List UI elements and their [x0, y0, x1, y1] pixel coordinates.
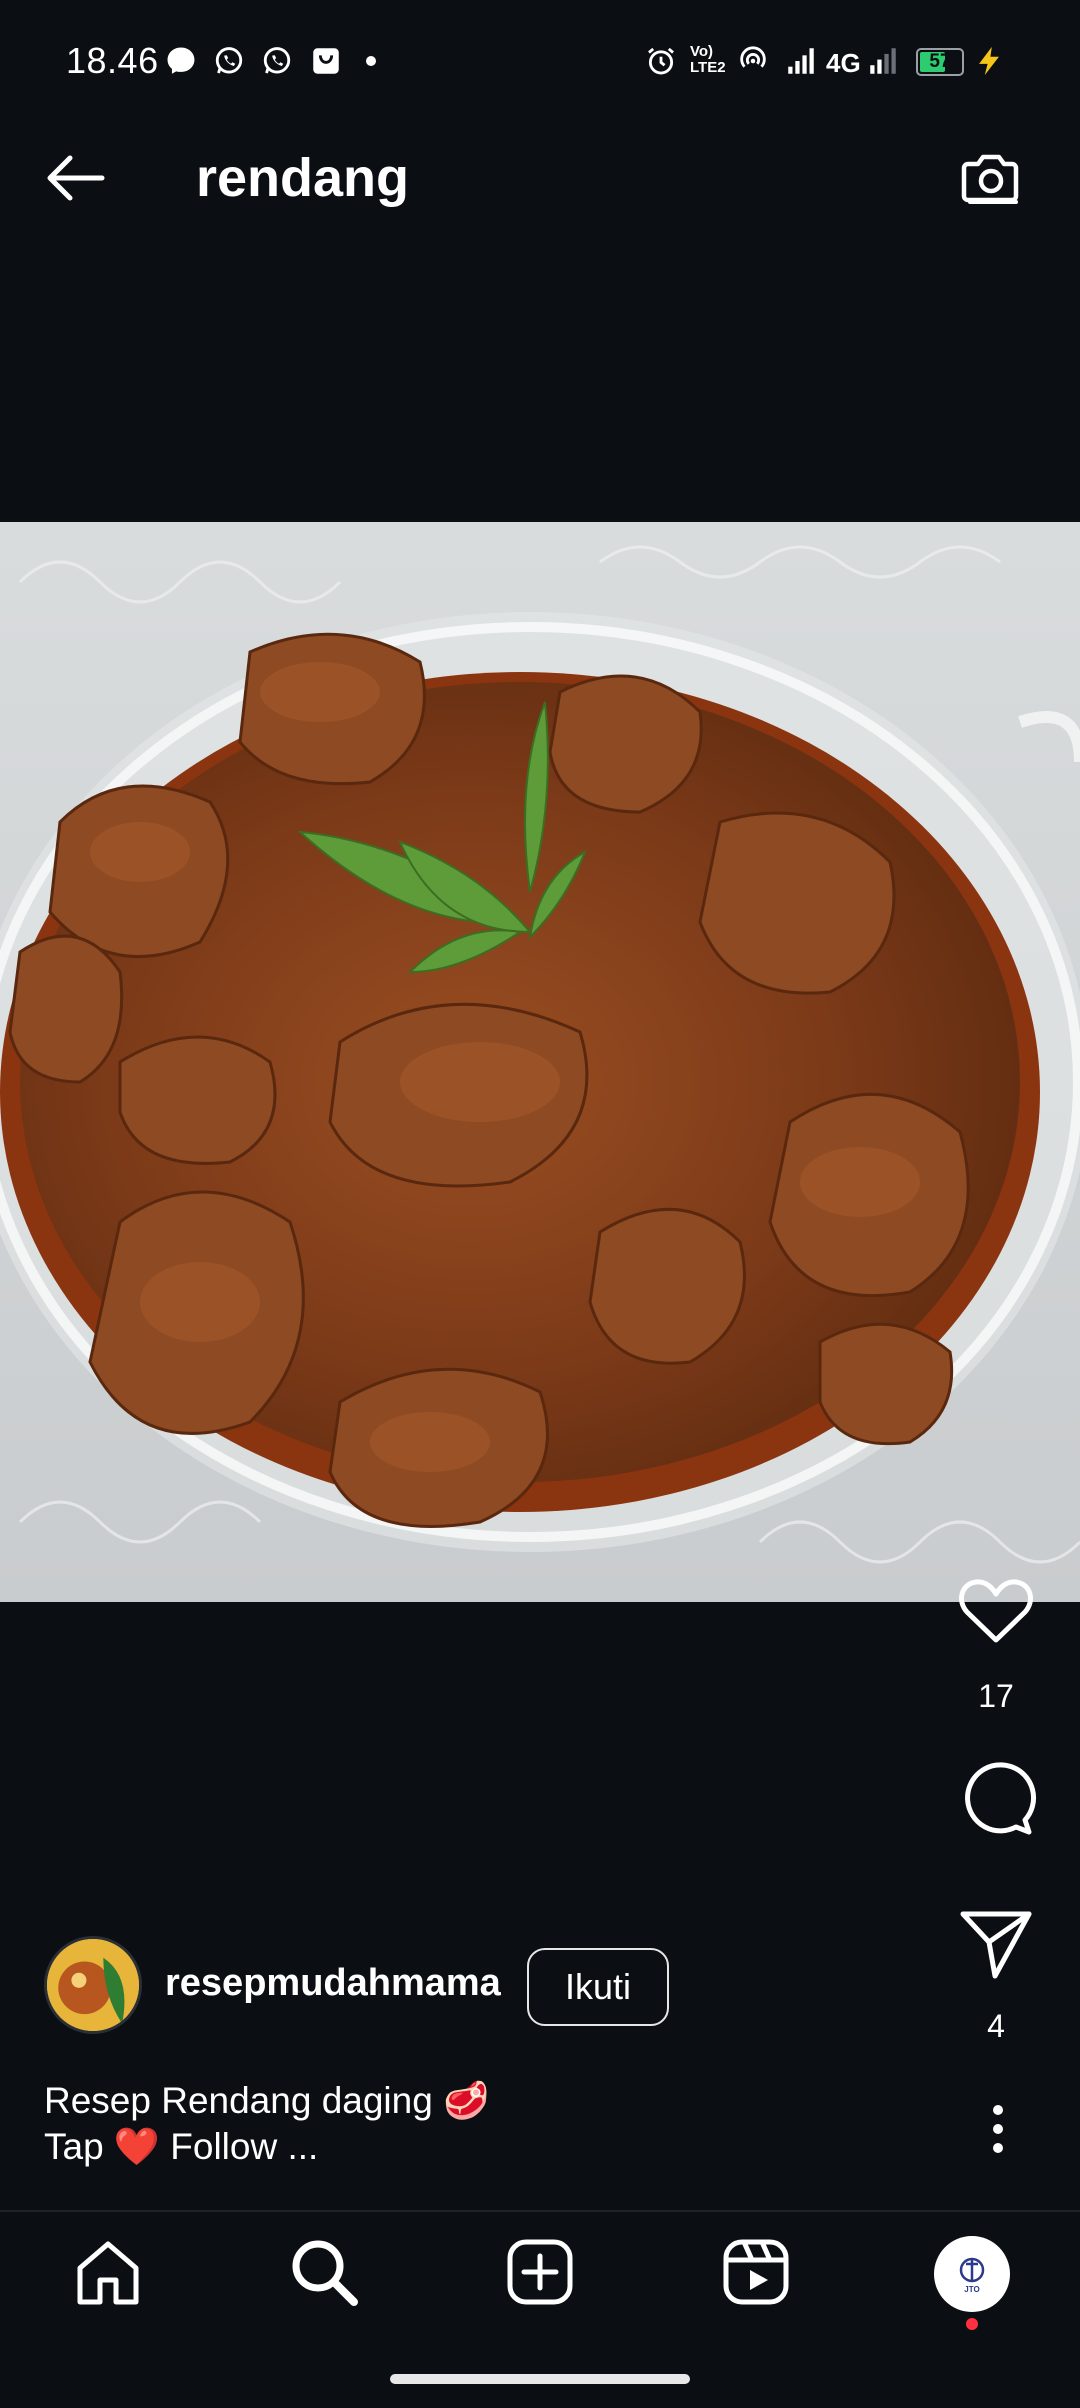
rendang-photo: [0, 522, 1080, 1602]
more-options-button[interactable]: [990, 2104, 1006, 2154]
camera-icon: [961, 154, 1019, 204]
battery-icon: 57: [916, 48, 964, 76]
author-username[interactable]: resepmudahmama: [165, 1962, 501, 2005]
battery-level: 57: [929, 51, 951, 72]
signal-icon: [784, 44, 818, 78]
like-button[interactable]: [955, 1570, 1037, 1652]
heart-icon: [959, 1579, 1033, 1643]
page-title: rendang: [196, 148, 410, 208]
notification-dot: [966, 2318, 978, 2330]
status-time: 18.46: [66, 40, 159, 81]
caption-line-2: Tap ❤️ Follow ...: [44, 2126, 319, 2167]
search-icon: [292, 2240, 358, 2306]
create-icon: [507, 2239, 573, 2305]
shopping-bag-icon: [309, 44, 343, 78]
comment-button[interactable]: [955, 1758, 1037, 1840]
network-type: 4G: [826, 48, 861, 78]
reels-icon: [723, 2239, 789, 2305]
nav-create[interactable]: [504, 2236, 576, 2308]
nav-reels[interactable]: [720, 2236, 792, 2308]
back-button[interactable]: [40, 146, 112, 210]
whatsapp-icon: [212, 44, 246, 78]
messenger-icon: [164, 44, 198, 78]
nav-profile[interactable]: JTO: [934, 2236, 1010, 2312]
profile-badge-text: JTO: [964, 2285, 979, 2294]
home-icon: [77, 2241, 139, 2305]
avatar-image: [47, 1939, 139, 2031]
charging-icon: [972, 44, 1006, 78]
follow-button[interactable]: Ikuti: [527, 1948, 669, 2026]
more-vertical-icon: [993, 2105, 1003, 2153]
author-avatar[interactable]: [44, 1936, 142, 2034]
hotspot-icon: [736, 44, 770, 78]
send-icon: [960, 1911, 1032, 1979]
post-image[interactable]: [0, 522, 1080, 1602]
post-caption[interactable]: Resep Rendang daging 🥩 Tap ❤️ Follow ...: [44, 2078, 489, 2170]
arrow-left-icon: [47, 155, 105, 201]
volte-icon: Vo) LTE2: [690, 43, 726, 76]
caption-line-1: Resep Rendang daging 🥩: [44, 2080, 490, 2121]
share-count: 4: [987, 2008, 1005, 2044]
signal-icon: [866, 44, 900, 78]
nav-home[interactable]: [72, 2236, 144, 2308]
nav-search[interactable]: [288, 2236, 360, 2308]
camera-button[interactable]: [956, 146, 1026, 210]
dot-icon: [366, 56, 376, 66]
home-indicator[interactable]: [390, 2374, 690, 2384]
whatsapp-icon: [260, 44, 294, 78]
share-button[interactable]: [955, 1902, 1037, 1984]
alarm-icon: [644, 44, 678, 78]
comment-icon: [965, 1762, 1037, 1835]
like-count: 17: [978, 1678, 1014, 1714]
profile-logo-icon: JTO: [959, 2257, 985, 2294]
